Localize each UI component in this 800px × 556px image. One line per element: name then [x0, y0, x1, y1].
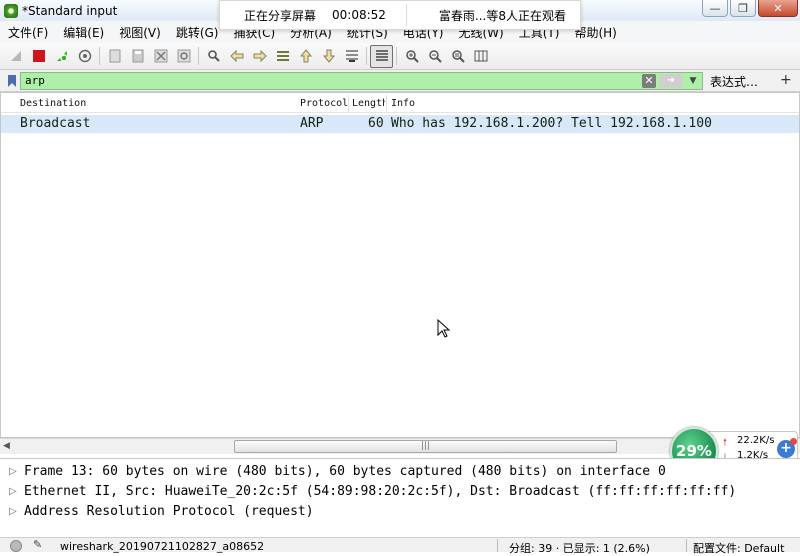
- restart-icon[interactable]: [50, 45, 73, 68]
- table-row[interactable]: Broadcast ARP 60 Who has 192.168.1.200? …: [1, 115, 799, 133]
- main-toolbar: [0, 43, 800, 70]
- options-icon[interactable]: [73, 45, 96, 68]
- maximize-button[interactable]: ❐: [730, 0, 756, 17]
- window-title: *Standard input: [22, 3, 118, 18]
- share-viewers-text[interactable]: 富春雨...等8人正在观看: [439, 7, 566, 24]
- zoom-in-icon[interactable]: [400, 45, 423, 68]
- resize-columns-icon[interactable]: [469, 45, 492, 68]
- clear-filter-icon[interactable]: ✕: [642, 74, 656, 88]
- packet-count: 分组: 39 · 已显示: 1 (2.6%): [509, 542, 650, 555]
- stop-icon[interactable]: [27, 45, 50, 68]
- forward-icon[interactable]: [248, 45, 271, 68]
- first-icon[interactable]: [294, 45, 317, 68]
- open-icon[interactable]: [103, 45, 126, 68]
- mouse-cursor-icon: [437, 319, 451, 338]
- status-separator: [497, 539, 498, 552]
- apply-filter-icon[interactable]: ➜: [659, 74, 683, 88]
- menu-view[interactable]: 视图(V): [119, 24, 161, 41]
- scrollbar-thumb[interactable]: |||: [234, 440, 617, 453]
- profile-label[interactable]: 配置文件: Default: [693, 540, 784, 556]
- detail-text: Ethernet II, Src: HuaweiTe_20:2c:5f (54:…: [24, 484, 737, 499]
- expand-arrow-icon[interactable]: ▷: [9, 466, 17, 477]
- menu-go[interactable]: 跳转(G): [176, 24, 219, 41]
- scrollbar-grip-icon: |||: [421, 441, 431, 451]
- goto-icon[interactable]: [271, 45, 294, 68]
- expert-info-icon[interactable]: [10, 540, 22, 552]
- expressions-button[interactable]: 表达式…: [710, 73, 758, 90]
- toolbar-separator: [198, 47, 199, 65]
- expand-arrow-icon[interactable]: ▷: [9, 506, 17, 517]
- display-filter-bar: arp ✕ ➜ ▼ 表达式… +: [0, 70, 800, 92]
- add-filter-button[interactable]: +: [780, 72, 792, 88]
- reload-icon[interactable]: [172, 45, 195, 68]
- column-destination[interactable]: Destination: [20, 98, 298, 109]
- display-filter-input[interactable]: arp: [20, 72, 703, 90]
- minimize-button[interactable]: —: [702, 0, 728, 17]
- autoscroll-icon[interactable]: [340, 45, 363, 68]
- close-file-icon[interactable]: [149, 45, 172, 68]
- zoom-out-icon[interactable]: [423, 45, 446, 68]
- capture-file-name: wireshark_20190721102827_a08652: [60, 540, 265, 553]
- status-separator: [686, 539, 687, 552]
- colorize-icon[interactable]: [370, 44, 393, 68]
- edit-comment-icon[interactable]: ✎: [33, 538, 42, 551]
- screen-share-bar: 正在分享屏幕 00:08:52 富春雨...等8人正在观看: [219, 0, 581, 30]
- notification-dot: [790, 438, 797, 445]
- column-protocol[interactable]: Protocol: [300, 98, 348, 109]
- cell-length: 60: [368, 116, 384, 131]
- shark-fin-icon[interactable]: [4, 45, 27, 68]
- menu-edit[interactable]: 编辑(E): [63, 24, 104, 41]
- find-icon[interactable]: [202, 45, 225, 68]
- column-length[interactable]: Length: [352, 98, 385, 109]
- toolbar-separator: [396, 47, 397, 65]
- last-icon[interactable]: [317, 45, 340, 68]
- toolbar-separator: [366, 47, 367, 65]
- detail-text: Frame 13: 60 bytes on wire (480 bits), 6…: [24, 464, 666, 479]
- share-timer: 00:08:52: [332, 8, 386, 22]
- bookmark-icon: [7, 75, 16, 87]
- toolbar-separator: [99, 47, 100, 65]
- upload-speed: 22.2K/s: [737, 435, 775, 446]
- menu-file[interactable]: 文件(F): [8, 24, 48, 41]
- close-button[interactable]: ✕: [758, 0, 798, 17]
- detail-row-ethernet[interactable]: ▷ Ethernet II, Src: HuaweiTe_20:2c:5f (5…: [0, 482, 800, 502]
- filter-bookmark-button[interactable]: [3, 72, 20, 90]
- column-separator: [348, 95, 349, 113]
- cell-info: Who has 192.168.1.200? Tell 192.168.1.10…: [391, 116, 712, 131]
- wireshark-app-icon: [4, 3, 18, 18]
- back-icon[interactable]: [225, 45, 248, 68]
- packet-list[interactable]: Destination Protocol Length Info Broadca…: [0, 92, 800, 438]
- scroll-left-icon[interactable]: ◀: [3, 441, 10, 451]
- detail-row-frame[interactable]: ▷ Frame 13: 60 bytes on wire (480 bits),…: [0, 462, 800, 482]
- packet-details-pane: ▷ Frame 13: 60 bytes on wire (480 bits),…: [0, 458, 800, 528]
- packet-list-header: Destination Protocol Length Info: [1, 95, 799, 113]
- detail-row-arp[interactable]: ▷ Address Resolution Protocol (request): [0, 502, 800, 522]
- detail-text: Address Resolution Protocol (request): [24, 504, 314, 519]
- column-separator: [386, 95, 387, 113]
- column-info[interactable]: Info: [391, 98, 771, 109]
- status-bar: ✎ wireshark_20190721102827_a08652 分组: 39…: [0, 537, 800, 555]
- zoom-reset-icon[interactable]: [446, 45, 469, 68]
- share-divider: [405, 4, 407, 26]
- expand-arrow-icon[interactable]: ▷: [9, 486, 17, 497]
- filter-history-dropdown[interactable]: ▼: [686, 74, 700, 88]
- share-status-text: 正在分享屏幕: [244, 8, 317, 23]
- upload-arrow-icon: 🠕: [723, 438, 727, 448]
- save-icon[interactable]: [126, 45, 149, 68]
- cell-protocol: ARP: [300, 116, 324, 131]
- cell-destination: Broadcast: [20, 116, 91, 131]
- window-controls: — ❐ ✕: [702, 0, 798, 17]
